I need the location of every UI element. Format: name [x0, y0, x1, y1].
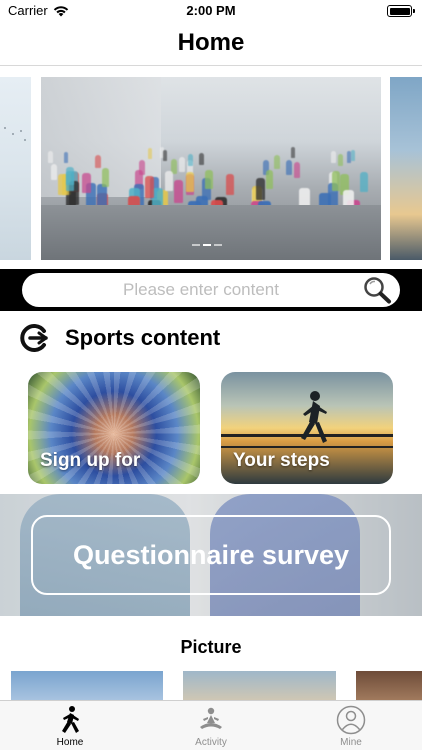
- runner-figure: [360, 172, 369, 193]
- card-label: Sign up for: [40, 450, 141, 471]
- page-dot-active: [203, 244, 211, 246]
- runner-figure: [331, 151, 336, 164]
- picture-section-title: Picture: [180, 637, 242, 657]
- banner-slide-previous[interactable]: [0, 77, 31, 260]
- tab-activity[interactable]: Activity: [141, 701, 281, 750]
- banner-page-indicator: [192, 244, 222, 246]
- runner-figure: [350, 149, 356, 161]
- runner-figure: [185, 171, 195, 192]
- runner-figure: [187, 153, 193, 167]
- battery-icon: [387, 5, 415, 17]
- runner-figure: [144, 176, 154, 198]
- runner-figure: [205, 169, 213, 189]
- search-input[interactable]: [22, 273, 400, 307]
- status-time: 2:00 PM: [186, 3, 236, 18]
- runner-figure: [95, 154, 101, 168]
- card-label: Your steps: [233, 450, 330, 471]
- runner-figure: [290, 147, 295, 158]
- tab-bar: Home Activity Mine: [0, 700, 422, 750]
- runner-figure: [346, 151, 352, 164]
- runner-figure: [47, 151, 53, 164]
- runner-figure: [286, 160, 293, 176]
- picture-thumbnail[interactable]: [11, 671, 163, 701]
- page-title: Home: [177, 29, 245, 56]
- runner-figure: [147, 148, 152, 159]
- tab-home[interactable]: Home: [0, 701, 140, 750]
- meditation-icon: [200, 707, 222, 729]
- tab-label: Activity: [195, 737, 227, 748]
- runner-figure: [165, 171, 174, 191]
- runner-figure: [138, 159, 145, 175]
- search-icon[interactable]: [362, 276, 392, 304]
- tab-mine[interactable]: Mine: [281, 701, 421, 750]
- runner-figure: [50, 163, 58, 181]
- runner-figure: [179, 157, 186, 172]
- page-dot: [192, 244, 200, 246]
- runner-figure: [274, 155, 280, 169]
- search-bar: [0, 269, 422, 311]
- runner-figure: [101, 168, 110, 187]
- banner-slide-marathon[interactable]: [41, 77, 381, 260]
- your-steps-card[interactable]: Your steps: [221, 372, 393, 484]
- runner-icon: [62, 706, 79, 733]
- survey-banner: Questionnaire survey: [0, 494, 422, 616]
- picture-thumbnail[interactable]: [183, 671, 336, 701]
- person-circle-icon: [336, 705, 366, 735]
- runner-figure: [256, 177, 266, 200]
- runner-figure: [173, 180, 183, 204]
- runner-figure: [63, 151, 69, 164]
- runner-figure: [337, 153, 343, 167]
- runner-silhouette: [301, 391, 327, 443]
- banner-slide-next[interactable]: [390, 77, 422, 260]
- sports-content-header: Sports content: [0, 318, 422, 358]
- tab-label: Mine: [340, 737, 362, 748]
- runner-figure: [162, 149, 168, 161]
- runner-figure: [293, 161, 301, 178]
- picture-thumbnail[interactable]: [356, 671, 422, 701]
- runner-figure: [265, 169, 274, 189]
- banner-carousel[interactable]: [0, 67, 422, 267]
- runner-figure: [226, 173, 235, 195]
- runner-figure: [65, 171, 74, 191]
- runner-figure: [198, 152, 204, 166]
- tab-label: Home: [56, 737, 84, 748]
- navigation-bar: Home: [0, 22, 422, 66]
- questionnaire-survey-button[interactable]: Questionnaire survey: [31, 515, 391, 595]
- page-dot: [214, 244, 222, 246]
- sign-up-card[interactable]: Sign up for: [28, 372, 200, 484]
- runner-figure: [82, 172, 91, 194]
- search-field-container: [22, 273, 400, 307]
- section-title: Sports content: [65, 325, 221, 350]
- runner-figure: [332, 171, 341, 192]
- sports-logo-icon: [20, 324, 48, 352]
- status-bar: Carrier 2:00 PM: [0, 0, 422, 22]
